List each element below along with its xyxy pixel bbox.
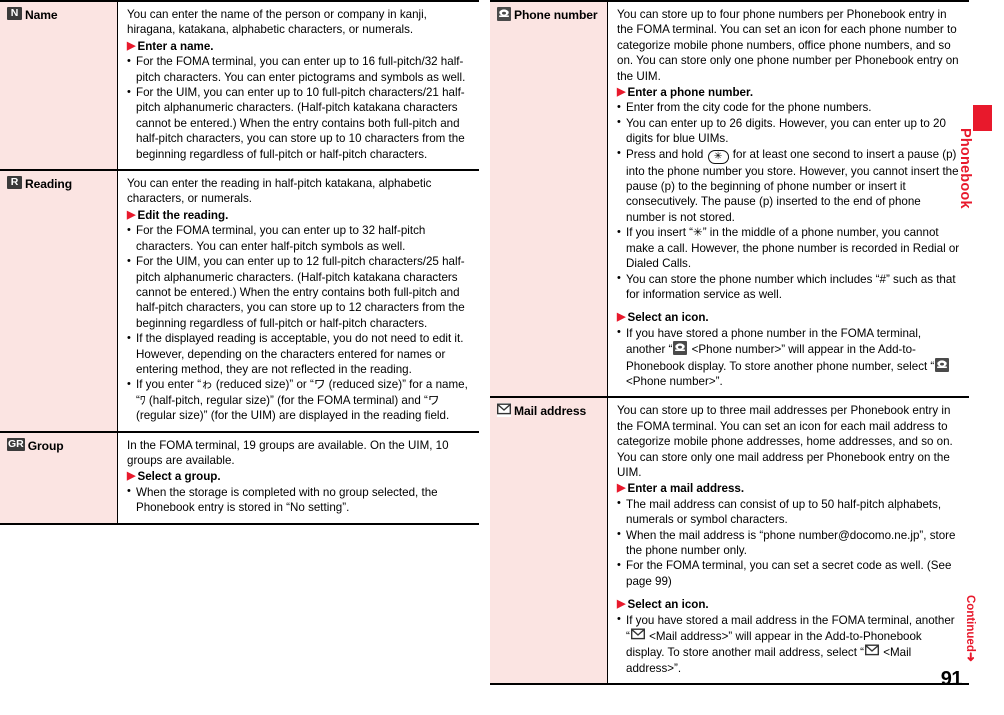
table-row: Phone number You can store up to four ph… [490, 0, 969, 397]
triangle-bullet-icon: ▶ [617, 482, 626, 495]
row-body-cell: You can enter the reading in half-pitch … [118, 171, 479, 431]
table-row: GR Group In the FOMA terminal, 19 groups… [0, 430, 479, 523]
lead-text: You can store up to four phone numbers p… [617, 8, 959, 83]
manual-page: N Name You can enter the name of the per… [0, 0, 1004, 697]
table-row: N Name You can enter the name of the per… [0, 0, 479, 170]
chapter-tab-marker [973, 105, 992, 131]
list-item: Press and hold ✳ for at least one second… [617, 146, 961, 226]
row-label: Group [27, 438, 64, 453]
continued-label: Continued [964, 595, 976, 652]
mail-icon [497, 403, 511, 418]
list-item: If you have stored a phone number in the… [617, 325, 961, 390]
step-label: Enter a mail address. [627, 482, 745, 496]
list-item: For the UIM, you can enter up to 12 full… [127, 254, 471, 331]
triangle-bullet-icon: ▶ [127, 39, 136, 52]
step-heading: ▶ Enter a name. [127, 39, 471, 54]
left-column: N Name You can enter the name of the per… [0, 0, 479, 525]
row-label-cell: GR Group [0, 432, 118, 523]
step-label: Select a group. [137, 470, 221, 484]
phone-icon [673, 341, 688, 356]
step-label: Enter a name. [137, 39, 214, 53]
list-item: For the FOMA terminal, you can enter up … [127, 223, 471, 254]
step-heading: ▶ Edit the reading. [127, 208, 471, 223]
list-item: Enter from the city code for the phone n… [617, 100, 961, 116]
right-column: Phone number You can store up to four ph… [490, 0, 969, 686]
badge-r-icon: R [7, 176, 22, 190]
arrow-icon: ➜ [964, 651, 978, 662]
note-list: The mail address can consist of up to 50… [617, 496, 961, 589]
list-item: When the storage is completed with no gr… [127, 484, 471, 516]
table-row: R Reading You can enter the reading in h… [0, 169, 479, 431]
list-item: For the FOMA terminal, you can set a sec… [617, 558, 961, 589]
step-label: Select an icon. [627, 598, 709, 612]
row-label-cell: Mail address [490, 398, 608, 684]
step-label: Select an icon. [627, 311, 709, 325]
list-item: If you have stored a mail address in the… [617, 612, 961, 677]
row-body-cell: You can enter the name of the person or … [118, 2, 479, 169]
row-label: Reading [25, 177, 73, 192]
badge-gr-icon: GR [7, 437, 25, 451]
list-item: When the mail address is “phone number@d… [617, 527, 961, 559]
table-row: Mail address You can store up to three m… [490, 396, 969, 684]
triangle-bullet-icon: ▶ [127, 208, 136, 221]
lead-text: You can enter the name of the person or … [127, 8, 427, 37]
row-label: Mail address [514, 404, 587, 419]
table-bottom-rule [490, 683, 969, 686]
triangle-bullet-icon: ▶ [617, 311, 626, 324]
list-item: For the UIM, you can enter up to 10 full… [127, 85, 471, 162]
note-list: When the storage is completed with no gr… [127, 484, 471, 516]
note-list: For the FOMA terminal, you can enter up … [127, 223, 471, 423]
step-heading: ▶ Select a group. [127, 469, 471, 484]
triangle-bullet-icon: ▶ [127, 470, 136, 483]
continued-marker: Continued➜ [964, 595, 978, 715]
list-item: If you enter “ゎ (reduced size)” or “ワ (r… [127, 377, 471, 423]
note-list: If you have stored a mail address in the… [617, 612, 961, 677]
list-item: The mail address can consist of up to 50… [617, 496, 961, 528]
step-heading: ▶ Enter a mail address. [617, 481, 961, 496]
mail-icon [865, 644, 879, 659]
step-label: Enter a phone number. [627, 86, 754, 100]
table-bottom-rule [0, 522, 479, 525]
list-item: For the FOMA terminal, you can enter up … [127, 54, 471, 85]
chapter-tab-label: Phonebook [957, 128, 973, 209]
triangle-bullet-icon: ▶ [617, 598, 626, 611]
lead-text: You can store up to three mail addresses… [617, 404, 953, 479]
mail-icon [630, 628, 645, 643]
row-label-cell: R Reading [0, 171, 118, 431]
badge-n-icon: N [7, 7, 22, 20]
note-list: For the FOMA terminal, you can enter up … [127, 54, 471, 162]
step-heading: ▶ Enter a phone number. [617, 85, 961, 100]
list-item: If the displayed reading is acceptable, … [127, 331, 471, 377]
asterisk-key-icon: ✳ [707, 149, 729, 164]
step-heading: ▶ Select an icon. [617, 310, 961, 325]
row-label-cell: N Name [0, 2, 118, 170]
lead-text: In the FOMA terminal, 19 groups are avai… [127, 438, 449, 467]
phone-icon [935, 357, 950, 372]
row-label-cell: Phone number [490, 2, 608, 397]
step-heading: ▶ Select an icon. [617, 597, 961, 612]
phone-icon [497, 7, 511, 21]
page-number: 91 [940, 668, 963, 690]
triangle-bullet-icon: ▶ [617, 86, 626, 99]
note-list: Enter from the city code for the phone n… [617, 100, 961, 302]
row-body-cell: You can store up to four phone numbers p… [608, 2, 969, 396]
row-label: Phone number [514, 8, 598, 22]
list-item: If you insert “✳” in the middle of a pho… [617, 225, 961, 271]
row-body-cell: You can store up to three mail addresses… [608, 398, 969, 683]
row-body-cell: In the FOMA terminal, 19 groups are avai… [118, 433, 479, 523]
step-label: Edit the reading. [137, 208, 229, 222]
note-list: If you have stored a phone number in the… [617, 325, 961, 390]
lead-text: You can enter the reading in half-pitch … [127, 177, 432, 206]
row-label: Name [25, 8, 58, 22]
list-item: You can store the phone number which inc… [617, 271, 961, 303]
list-item: You can enter up to 26 digits. However, … [617, 115, 961, 147]
